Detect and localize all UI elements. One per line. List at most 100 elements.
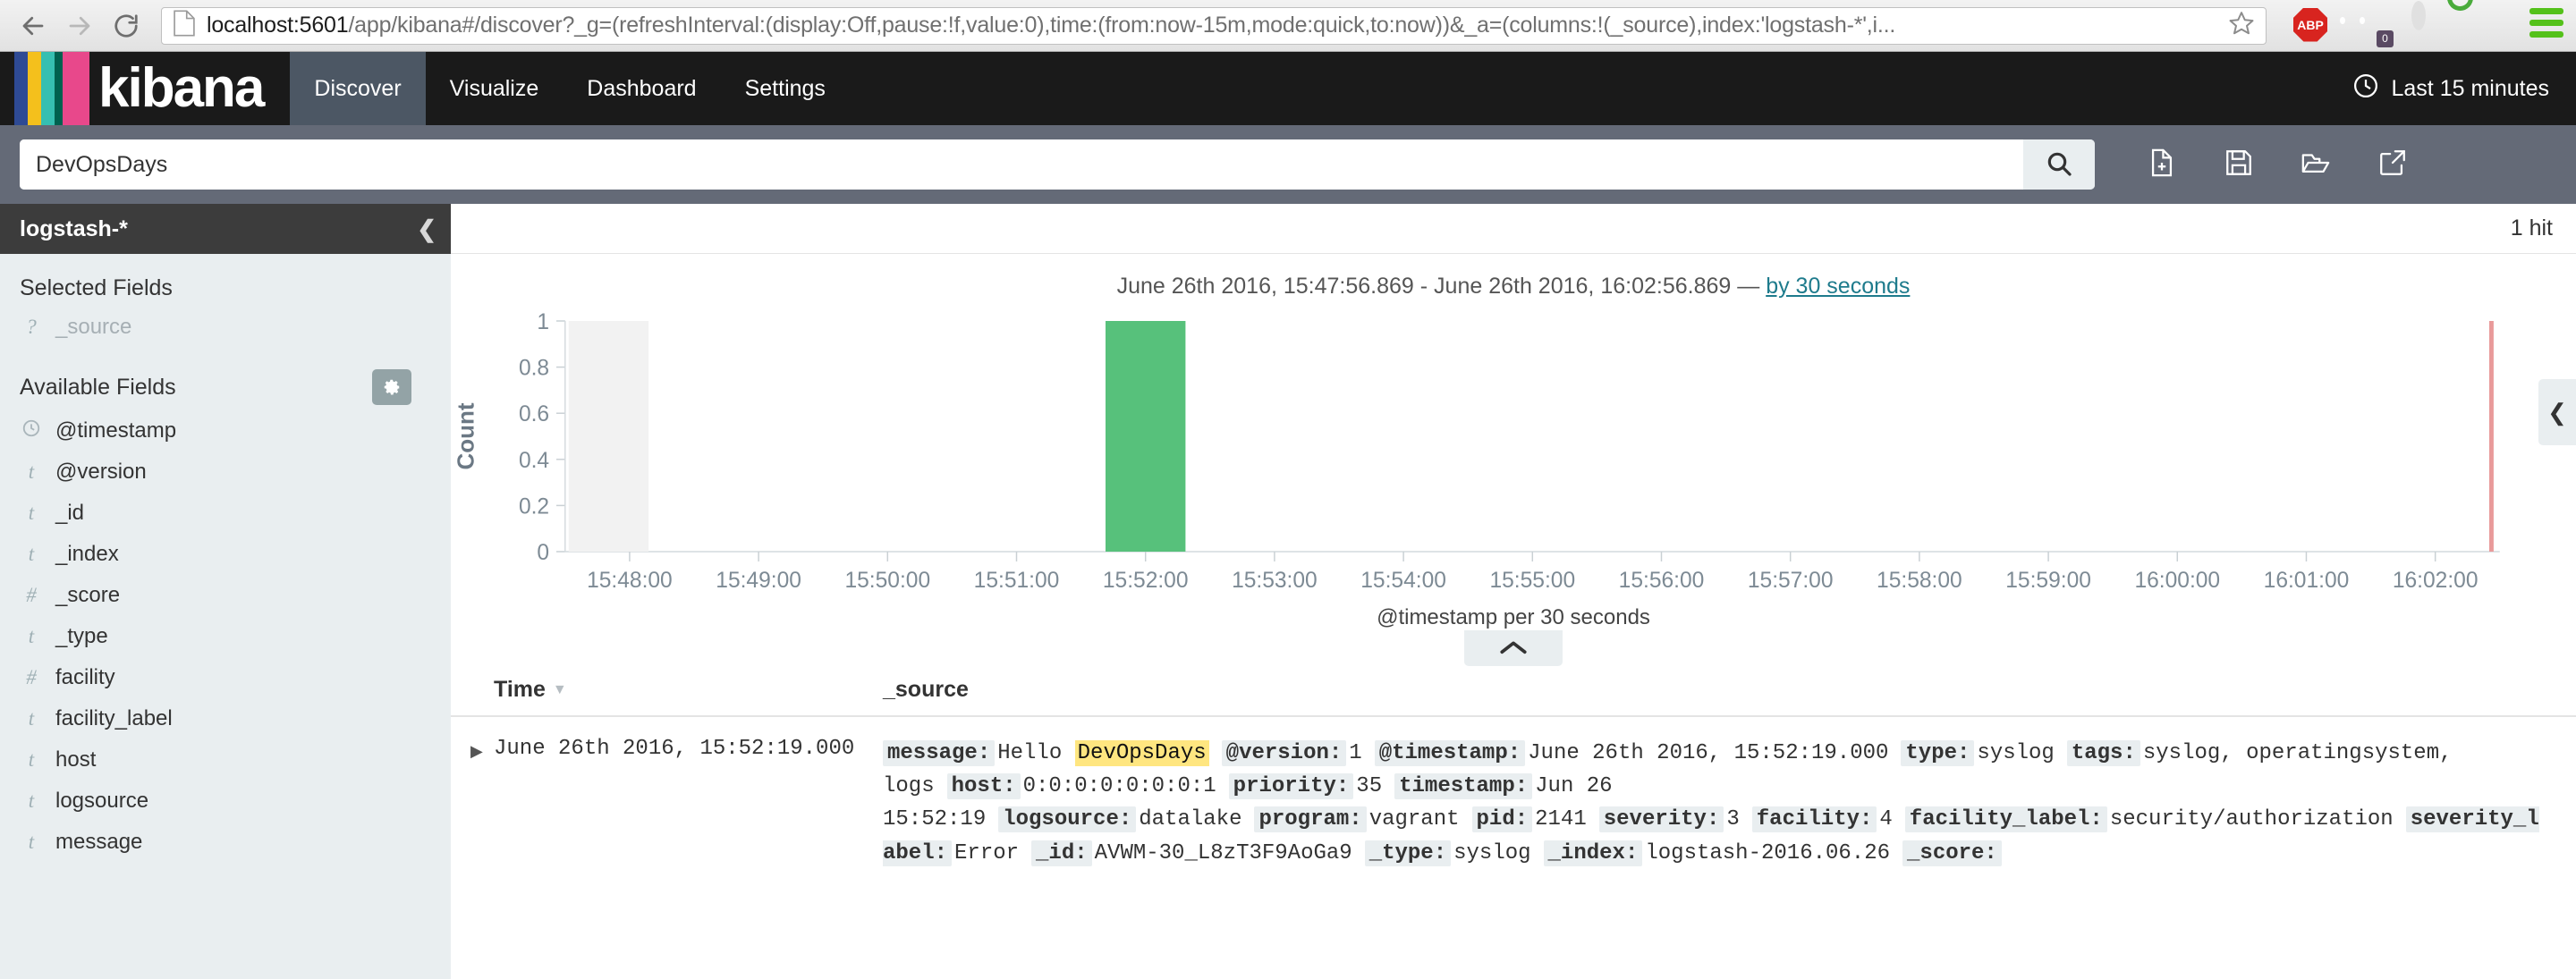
- source-field-key: _score:: [1902, 840, 2002, 866]
- sidebar-field-_index[interactable]: t _index: [0, 534, 451, 575]
- histogram-chart[interactable]: Count00.20.40.60.8115:48:0015:49:0015:50…: [451, 312, 2576, 598]
- field-type-string-icon: t: [20, 748, 43, 772]
- right-panel-collapse-button[interactable]: ❮: [2538, 379, 2576, 445]
- browser-extensions: ABP 0: [2279, 8, 2563, 44]
- globe-recycle-extension-icon[interactable]: [2470, 8, 2506, 44]
- chevron-left-icon[interactable]: ❮: [417, 215, 436, 243]
- field-type-number-icon: #: [20, 584, 43, 607]
- field-type-string-icon: t: [20, 789, 43, 813]
- time-picker-button[interactable]: Last 15 minutes: [2352, 52, 2576, 125]
- sidebar-field-host[interactable]: t host: [0, 739, 451, 781]
- chart-time-range: June 26th 2016, 15:47:56.869 - June 26th…: [451, 274, 2576, 312]
- sort-caret-icon[interactable]: ▼: [553, 682, 567, 698]
- back-arrow-icon[interactable]: [13, 5, 54, 46]
- source-field-key: _id:: [1031, 840, 1092, 866]
- discover-main: 1 hit June 26th 2016, 15:47:56.869 - Jun…: [451, 204, 2576, 979]
- source-field-value: June 26th 2016, 15:52:19.000: [1528, 741, 1888, 765]
- sidebar-field-facility_label[interactable]: t facility_label: [0, 698, 451, 739]
- svg-text:15:50:00: 15:50:00: [844, 569, 930, 593]
- field-label: _source: [55, 315, 131, 340]
- source-field-key: _index:: [1544, 840, 1643, 866]
- search-actions: [2095, 148, 2408, 182]
- sidebar-field-_score[interactable]: # _score: [0, 575, 451, 616]
- source-field-value: datalake: [1139, 807, 1241, 831]
- nav-tab-discover[interactable]: Discover: [290, 52, 425, 125]
- sidebar-field-_source[interactable]: ? _source: [0, 307, 451, 348]
- sidebar-field-message[interactable]: t message: [0, 822, 451, 863]
- sidebar-field-facility[interactable]: # facility: [0, 657, 451, 698]
- menu-hamburger-icon[interactable]: [2529, 8, 2563, 44]
- table-row[interactable]: ▶ June 26th 2016, 15:52:19.000 message:H…: [451, 717, 2576, 870]
- source-field-key: @version:: [1222, 740, 1347, 766]
- kibana-logo[interactable]: kibana: [0, 52, 290, 125]
- column-header-time[interactable]: Time ▼: [494, 677, 883, 703]
- source-field-key: severity:: [1599, 806, 1724, 832]
- field-label: _type: [55, 624, 108, 649]
- source-field-value: 0:0:0:0:0:0:0:1: [1023, 774, 1216, 798]
- svg-text:15:49:00: 15:49:00: [716, 569, 801, 593]
- sidebar-field-_type[interactable]: t _type: [0, 616, 451, 657]
- nav-tab-settings[interactable]: Settings: [721, 52, 850, 125]
- field-type-unknown-icon: ?: [20, 316, 43, 339]
- source-field-value: 1: [1349, 741, 1361, 765]
- adblock-plus-label: ABP: [2293, 8, 2327, 42]
- url-host: localhost:5601: [207, 13, 348, 38]
- sidebar-field-timestamp[interactable]: @timestamp: [0, 410, 451, 452]
- field-type-number-icon: #: [20, 666, 43, 689]
- nav-tab-dashboard[interactable]: Dashboard: [563, 52, 720, 125]
- source-field-key: facility_label:: [1905, 806, 2107, 832]
- svg-text:16:01:00: 16:01:00: [2264, 569, 2350, 593]
- svg-text:Count: Count: [454, 402, 479, 469]
- table-header-row: Time ▼ _source: [451, 670, 2576, 717]
- search-submit-button[interactable]: [2023, 139, 2095, 190]
- available-fields-list: @timestamp t @version t _id t _index # _…: [0, 410, 451, 863]
- reload-icon[interactable]: [106, 5, 147, 46]
- svg-text:15:58:00: 15:58:00: [1877, 569, 1962, 593]
- adblock-plus-icon[interactable]: ABP: [2293, 8, 2329, 44]
- open-search-button[interactable]: [2301, 148, 2331, 182]
- url-bar[interactable]: localhost:5601/app/kibana#/discover?_g=(…: [161, 7, 2267, 45]
- svg-text:15:57:00: 15:57:00: [1748, 569, 1834, 593]
- forward-arrow-icon[interactable]: [59, 5, 100, 46]
- sidebar-field-_id[interactable]: t _id: [0, 493, 451, 534]
- source-field-value: 35: [1356, 774, 1382, 798]
- column-label-time: Time: [494, 677, 546, 703]
- clock-icon: [2352, 72, 2379, 105]
- histogram-panel: June 26th 2016, 15:47:56.869 - June 26th…: [451, 254, 2576, 630]
- svg-text:16:00:00: 16:00:00: [2134, 569, 2220, 593]
- field-type-string-icon: t: [20, 831, 43, 854]
- row-time-value: June 26th 2016, 15:52:19.000: [494, 737, 883, 870]
- field-type-string-icon: t: [20, 543, 43, 566]
- time-picker-label: Last 15 minutes: [2392, 76, 2550, 102]
- gear-icon[interactable]: [372, 369, 411, 405]
- source-field-value: 2141: [1535, 807, 1587, 831]
- svg-text:15:52:00: 15:52:00: [1103, 569, 1189, 593]
- bookmark-star-icon[interactable]: [2228, 10, 2255, 41]
- field-type-string-icon: t: [20, 502, 43, 525]
- ring-extension-icon[interactable]: [2411, 8, 2447, 44]
- source-field-value: syslog: [1453, 841, 1530, 865]
- save-search-button[interactable]: [2224, 148, 2254, 182]
- chart-interval-link[interactable]: by 30 seconds: [1766, 274, 1910, 299]
- documents-table: Time ▼ _source ▶ June 26th 2016, 15:52:1…: [451, 670, 2576, 979]
- nav-tab-visualize[interactable]: Visualize: [426, 52, 564, 125]
- ghostery-icon[interactable]: 0: [2352, 8, 2388, 44]
- row-source-value: message:Hello DevOpsDays@version:1@times…: [883, 737, 2576, 870]
- index-pattern-selector[interactable]: logstash-* ❮: [0, 204, 451, 254]
- field-label: facility: [55, 665, 115, 690]
- field-label: message: [55, 830, 142, 855]
- search-input[interactable]: [20, 139, 2023, 190]
- expand-row-icon[interactable]: ▶: [451, 737, 494, 870]
- collapse-chart-button[interactable]: [1464, 630, 1563, 666]
- source-field-value: logstash-2016.06.26: [1645, 841, 1890, 865]
- sidebar-field-version[interactable]: t @version: [0, 452, 451, 493]
- field-label: host: [55, 747, 96, 772]
- source-field-key: _type:: [1365, 840, 1451, 866]
- selected-fields-header: Selected Fields: [0, 254, 451, 307]
- source-field-value: AVWM-30_L8zT3F9AoGa9: [1095, 841, 1352, 865]
- sidebar-field-logsource[interactable]: t logsource: [0, 781, 451, 822]
- selected-fields-label: Selected Fields: [20, 275, 173, 301]
- new-search-button[interactable]: [2147, 148, 2177, 182]
- svg-text:15:54:00: 15:54:00: [1360, 569, 1446, 593]
- share-button[interactable]: [2377, 148, 2408, 182]
